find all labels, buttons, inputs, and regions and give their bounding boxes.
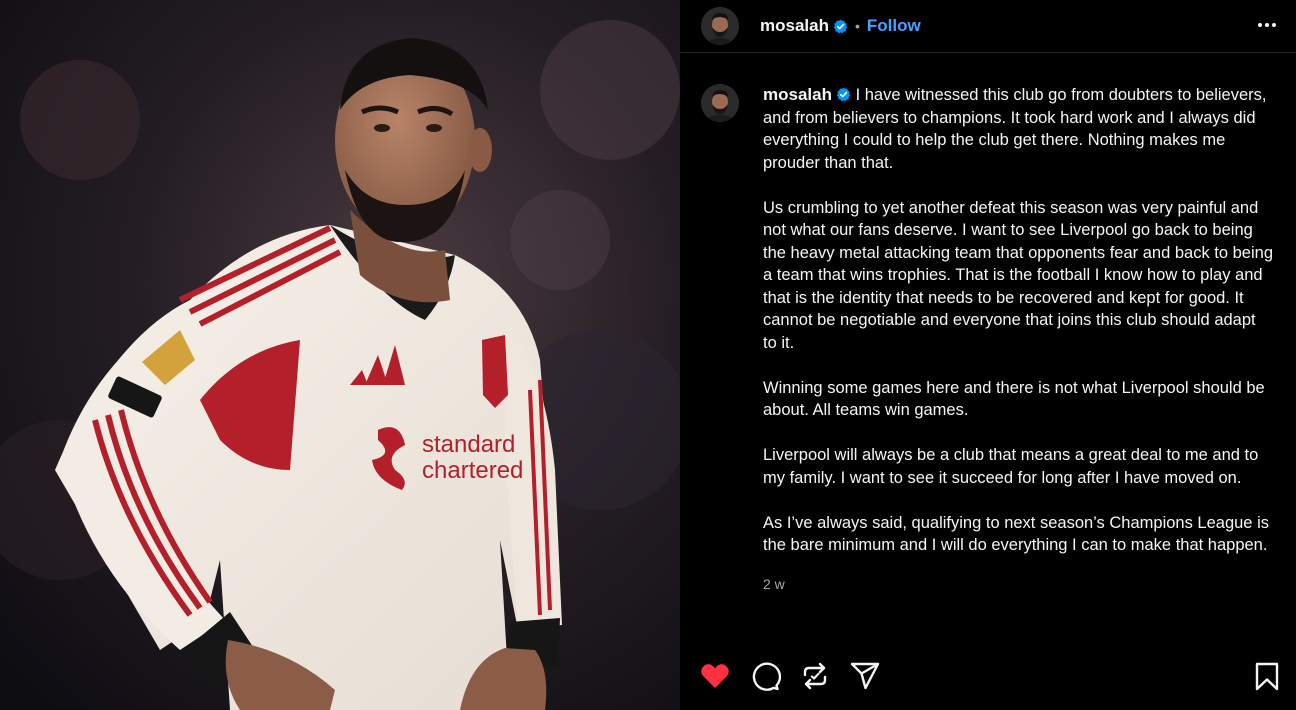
caption-paragraph: As I’ve always said, qualifying to next … — [763, 513, 1269, 555]
post-side-panel: mosalah • Follow mosalah I have witnesse… — [680, 0, 1296, 710]
caption-paragraph: mosalah I have witnessed this club go fr… — [763, 84, 1273, 174]
player-photo: standard chartered — [0, 0, 680, 710]
caption-paragraph: Liverpool will always be a club that mea… — [763, 446, 1259, 487]
sponsor-text-line1: standard — [422, 431, 515, 458]
action-bar — [680, 648, 1296, 704]
separator-dot: • — [854, 18, 860, 34]
repost-icon[interactable] — [799, 660, 831, 692]
header-username[interactable]: mosalah — [760, 16, 829, 36]
caption-paragraph: Us crumbling to yet another defeat this … — [763, 198, 1274, 352]
post-header: mosalah • Follow — [680, 0, 1296, 53]
avatar-image — [701, 7, 739, 45]
verified-badge-icon — [833, 18, 848, 33]
share-icon[interactable] — [849, 660, 881, 692]
post-media-image[interactable]: standard chartered — [0, 0, 680, 710]
more-dot — [1272, 23, 1276, 27]
post-viewer: standard chartered mosalah • Follow mosa… — [0, 0, 1296, 710]
heart-icon[interactable] — [699, 660, 731, 692]
caption-body: mosalah I have witnessed this club go fr… — [763, 84, 1273, 596]
more-dot — [1265, 23, 1269, 27]
avatar[interactable] — [701, 7, 739, 45]
follow-button[interactable]: Follow — [867, 16, 921, 36]
post-timestamp[interactable]: 2 w — [763, 573, 1273, 596]
caption-paragraph: Winning some games here and there is not… — [763, 378, 1265, 420]
verified-badge-icon — [836, 87, 851, 102]
caption-username[interactable]: mosalah — [763, 85, 832, 104]
post-caption: mosalah I have witnessed this club go fr… — [701, 84, 1281, 596]
avatar-image — [701, 84, 739, 122]
comment-icon[interactable] — [749, 660, 781, 692]
caption-avatar[interactable] — [701, 84, 739, 122]
more-options-icon[interactable] — [1256, 18, 1278, 32]
bookmark-icon[interactable] — [1251, 660, 1283, 692]
more-dot — [1258, 23, 1262, 27]
sponsor-text-line2: chartered — [422, 457, 523, 484]
